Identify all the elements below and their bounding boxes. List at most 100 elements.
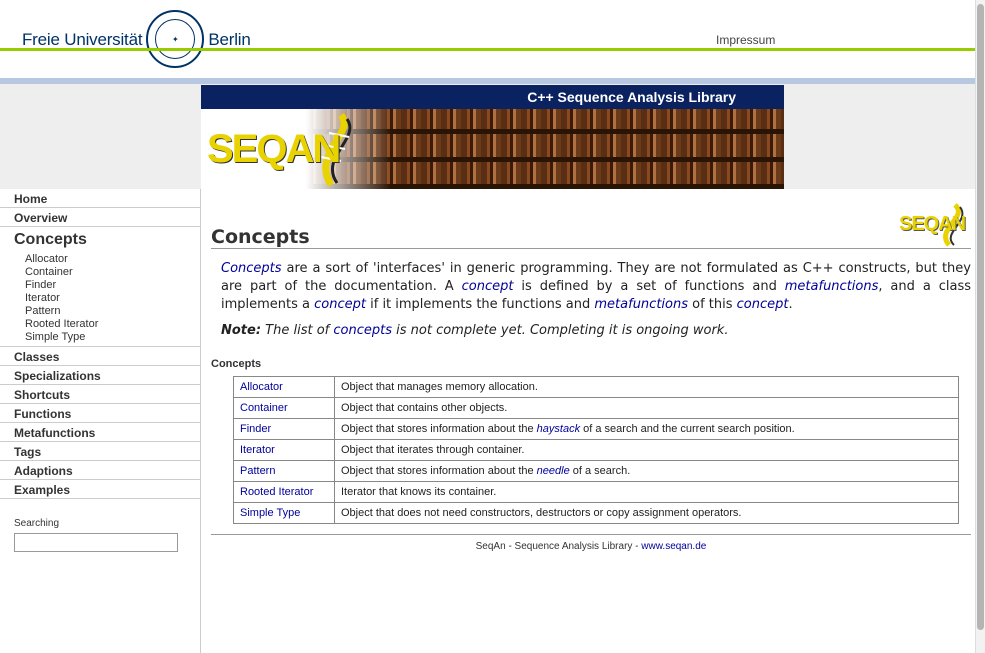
title-divider: [211, 248, 971, 249]
description-text: Object that does not need constructors, …: [341, 507, 742, 519]
table-row: Container Object that contains other obje…: [233, 397, 959, 419]
concept-link[interactable]: Allocator: [240, 381, 283, 393]
link-concepts[interactable]: Concepts: [221, 261, 282, 276]
link-concept[interactable]: concept: [462, 279, 514, 294]
intro-paragraph: Concepts are a sort of 'interfaces' in g…: [221, 260, 971, 314]
note-text-2: is not complete yet. Completing it is on…: [392, 323, 729, 338]
page-title: Concepts: [211, 226, 310, 248]
concept-name-cell: Pattern: [233, 460, 335, 482]
footer-text: SeqAn - Sequence Analysis Library -: [475, 541, 642, 552]
impressum-link[interactable]: Impressum: [716, 33, 775, 47]
concept-link[interactable]: Rooted Iterator: [240, 486, 313, 498]
concepts-table: Allocator Object that manages memory allo…: [233, 376, 959, 524]
vertical-scrollbar[interactable]: [975, 0, 985, 653]
description-link[interactable]: needle: [537, 465, 570, 477]
description-text: Object that iterates through container.: [341, 444, 525, 456]
description-text: Object that manages memory allocation.: [341, 381, 538, 393]
description-text: Object that stores information about the: [341, 465, 537, 477]
concept-description-cell: Object that does not need constructors, …: [334, 502, 959, 524]
corner-logo-text: SEQAN: [899, 213, 966, 235]
concepts-sublist: Allocator Container Finder Iterator Patt…: [0, 251, 200, 347]
sub-item-container[interactable]: Container: [25, 266, 200, 279]
seqan-corner-logo: SEQAN: [899, 203, 971, 247]
table-row: Pattern Object that stores information ab…: [233, 460, 959, 482]
seqan-logo: SEQAN: [207, 127, 341, 171]
link-concept-3[interactable]: concept: [737, 297, 789, 312]
table-heading: Concepts: [211, 358, 262, 370]
nav-metafunctions[interactable]: Metafunctions: [0, 423, 200, 442]
nav-adaptions[interactable]: Adaptions: [0, 461, 200, 480]
library-bookshelf-image: SEQAN: [201, 109, 784, 189]
intro-text-6: .: [788, 297, 793, 312]
description-text: Object that stores information about the: [341, 423, 537, 435]
university-name-right: Berlin: [208, 30, 251, 49]
link-concept-2[interactable]: concept: [314, 297, 366, 312]
description-text: Object that contains other objects.: [341, 402, 508, 414]
table-row: Allocator Object that manages memory allo…: [233, 376, 959, 398]
search-input[interactable]: [14, 533, 178, 552]
intro-text-2: is defined by a set of functions and: [513, 279, 785, 294]
nav-overview[interactable]: Overview: [0, 208, 200, 227]
concept-name-cell: Iterator: [233, 439, 335, 461]
table-row: Simple Type Object that does not need con…: [233, 502, 959, 524]
note-text-1: The list of: [261, 323, 334, 338]
concept-description-cell: Object that stores information about the…: [334, 460, 959, 482]
sub-item-rooted-iterator[interactable]: Rooted Iterator: [25, 318, 200, 331]
table-row: Finder Object that stores information abo…: [233, 418, 959, 440]
sub-item-pattern[interactable]: Pattern: [25, 305, 200, 318]
intro-text-5: of this: [688, 297, 737, 312]
note-label: Note:: [221, 323, 262, 338]
footer-link[interactable]: www.seqan.de: [641, 541, 706, 552]
link-metafunctions[interactable]: metafunctions: [785, 279, 879, 294]
seqan-banner: C++ Sequence Analysis Library SEQAN: [201, 85, 784, 189]
concept-link[interactable]: Pattern: [240, 465, 275, 477]
concept-name-cell: Allocator: [233, 376, 335, 398]
sub-item-finder[interactable]: Finder: [25, 279, 200, 292]
sub-item-iterator[interactable]: Iterator: [25, 292, 200, 305]
intro-text-4: if it implements the functions and: [365, 297, 595, 312]
description-text-end: of a search.: [569, 465, 631, 477]
note-paragraph: Note: The list of concepts is not comple…: [221, 323, 971, 338]
concept-description-cell: Iterator that knows its container.: [334, 481, 959, 503]
concept-description-cell: Object that manages memory allocation.: [334, 376, 959, 398]
nav-specializations[interactable]: Specializations: [0, 366, 200, 385]
banner-title-bar: C++ Sequence Analysis Library: [201, 85, 784, 109]
concept-description-cell: Object that iterates through container.: [334, 439, 959, 461]
link-metafunctions-2[interactable]: metafunctions: [594, 297, 688, 312]
table-row: Iterator Object that iterates through con…: [233, 439, 959, 461]
concept-name-cell: Simple Type: [233, 502, 335, 524]
university-header: Freie Universität ✦ Berlin Impressum: [0, 0, 985, 86]
footer-divider: [211, 534, 971, 535]
concept-name-cell: Finder: [233, 418, 335, 440]
concept-link[interactable]: Container: [240, 402, 288, 414]
university-name-left: Freie Universität: [22, 30, 143, 49]
nav-classes[interactable]: Classes: [0, 347, 200, 366]
nav-tags[interactable]: Tags: [0, 442, 200, 461]
sidebar-nav: Home Overview Concepts Allocator Contain…: [0, 189, 201, 653]
page-footer: SeqAn - Sequence Analysis Library - www.…: [211, 541, 971, 552]
nav-concepts-current[interactable]: Concepts: [0, 227, 200, 251]
sub-item-allocator[interactable]: Allocator: [25, 253, 200, 266]
nav-shortcuts[interactable]: Shortcuts: [0, 385, 200, 404]
university-seal-icon: ✦: [146, 10, 205, 68]
concept-link[interactable]: Finder: [240, 423, 271, 435]
description-text-end: of a search and the current search posit…: [580, 423, 795, 435]
concept-name-cell: Rooted Iterator: [233, 481, 335, 503]
description-text: Iterator that knows its container.: [341, 486, 497, 498]
nav-examples[interactable]: Examples: [0, 480, 200, 499]
concept-link[interactable]: Iterator: [240, 444, 275, 456]
description-link[interactable]: haystack: [537, 423, 580, 435]
main-content: SEQAN Concepts Concepts are a sort of 'i…: [211, 189, 971, 653]
concept-name-cell: Container: [233, 397, 335, 419]
search-label: Searching: [14, 518, 60, 529]
banner-title: C++ Sequence Analysis Library: [527, 89, 736, 105]
concept-link[interactable]: Simple Type: [240, 507, 300, 519]
scrollbar-thumb[interactable]: [977, 4, 984, 630]
nav-functions[interactable]: Functions: [0, 404, 200, 423]
link-concepts-note[interactable]: concepts: [333, 323, 392, 338]
concept-description-cell: Object that stores information about the…: [334, 418, 959, 440]
table-row: Rooted Iterator Iterator that knows its c…: [233, 481, 959, 503]
sub-item-simple-type[interactable]: Simple Type: [25, 331, 200, 344]
nav-home[interactable]: Home: [0, 189, 200, 208]
header-green-divider: [0, 48, 985, 51]
